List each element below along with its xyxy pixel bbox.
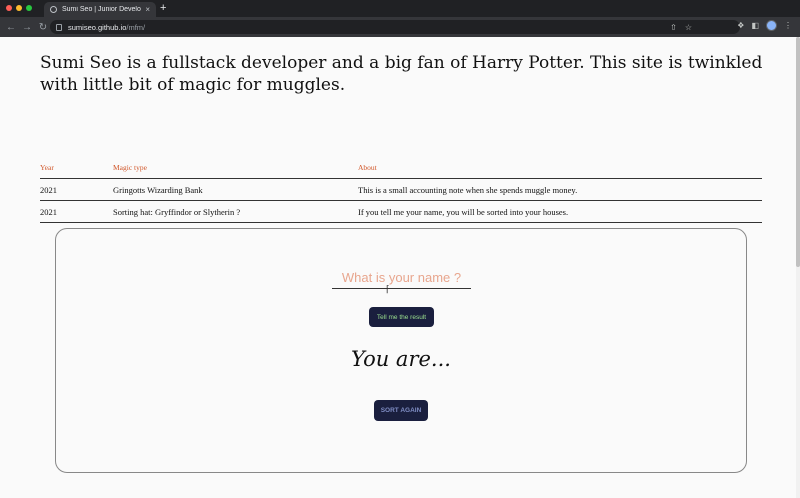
bookmark-star-icon[interactable]: ☆ (685, 23, 692, 32)
browser-tab[interactable]: Sumi Seo | Junior Developper × (44, 2, 156, 17)
row-about: This is a small accounting note when she… (358, 184, 578, 195)
sorting-result-text: You are... (351, 347, 451, 371)
text-cursor-icon: ⌈ (386, 284, 390, 294)
tell-result-button[interactable]: Tell me the result (369, 307, 434, 327)
header-year: Year (40, 163, 54, 172)
close-tab-icon[interactable]: × (145, 5, 150, 14)
row-year: 2021 (40, 184, 57, 195)
minimize-window-button[interactable] (16, 5, 22, 11)
name-input[interactable] (332, 267, 471, 289)
page-content: Sumi Seo is a fullstack developer and a … (0, 37, 796, 498)
more-menu-icon[interactable]: ⋮ (784, 21, 792, 30)
sort-again-button[interactable]: SORT AGAIN (374, 400, 428, 421)
scrollbar-thumb[interactable] (796, 37, 800, 267)
table-header: Year Magic type About (40, 157, 762, 179)
table-row[interactable]: 2021 Sorting hat: Gryffindor or Slytheri… (40, 201, 762, 223)
window-controls (6, 5, 32, 11)
zoom-window-button[interactable] (26, 5, 32, 11)
row-magic-type: Gringotts Wizarding Bank (113, 184, 203, 195)
side-panel-icon[interactable]: ◧ (751, 21, 759, 30)
new-tab-button[interactable]: + (160, 2, 166, 14)
row-magic-type: Sorting hat: Gryffindor or Slytherin ? (113, 206, 241, 217)
share-icon[interactable]: ⇧ (670, 23, 677, 32)
reload-icon[interactable]: ↻ (36, 22, 50, 33)
magic-table: Year Magic type About 2021 Gringotts Wiz… (40, 157, 762, 223)
tab-title: Sumi Seo | Junior Developper (62, 6, 141, 13)
row-about: If you tell me your name, you will be so… (358, 206, 569, 217)
close-window-button[interactable] (6, 5, 12, 11)
browser-tab-bar: Sumi Seo | Junior Developper × + (0, 0, 800, 17)
back-arrow-icon[interactable]: ← (4, 22, 18, 33)
page-scrollbar[interactable] (796, 37, 800, 498)
browser-toolbar: ← → ↻ sumiseo.github.io /mfm/ ⇧ ☆ ❖ ◧ ⋮ (0, 17, 800, 37)
profile-avatar[interactable] (766, 20, 777, 31)
extensions-puzzle-icon[interactable]: ❖ (737, 21, 744, 30)
url-host: sumiseo.github.io (68, 22, 127, 32)
lock-icon[interactable] (56, 23, 62, 31)
sorting-hat-card: ⌈ Tell me the result You are... SORT AGA… (55, 228, 747, 473)
header-magic-type: Magic type (113, 163, 147, 172)
forward-arrow-icon[interactable]: → (20, 22, 34, 33)
header-about: About (358, 163, 377, 172)
address-bar[interactable]: sumiseo.github.io /mfm/ ⇧ ☆ (50, 20, 740, 34)
globe-icon (50, 6, 57, 13)
intro-text: Sumi Seo is a fullstack developer and a … (40, 53, 763, 95)
row-year: 2021 (40, 206, 57, 217)
table-row[interactable]: 2021 Gringotts Wizarding Bank This is a … (40, 179, 762, 201)
url-path: /mfm/ (126, 22, 146, 32)
